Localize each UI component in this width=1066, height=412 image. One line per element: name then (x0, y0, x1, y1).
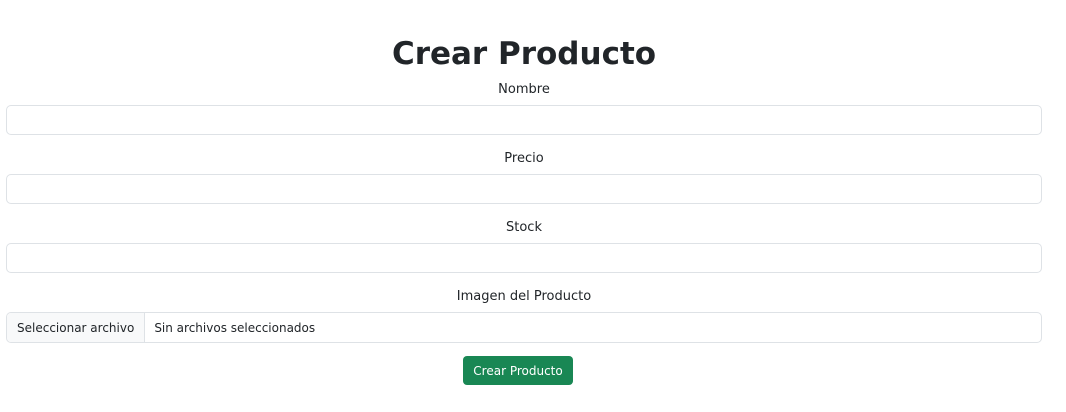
page-title: Crear Producto (391, 36, 657, 72)
file-status-text: Sin archivos seleccionados (154, 320, 316, 335)
name-input[interactable] (6, 105, 1042, 135)
stock-label: Stock (506, 220, 542, 235)
price-label: Precio (504, 151, 544, 166)
image-label: Imagen del Producto (456, 289, 592, 304)
price-input[interactable] (6, 174, 1042, 204)
image-file-input[interactable]: Seleccionar archivo Sin archivos selecci… (6, 312, 1042, 343)
create-product-button[interactable]: Crear Producto (463, 356, 573, 385)
select-file-button[interactable]: Seleccionar archivo (7, 313, 146, 342)
name-label: Nombre (498, 82, 550, 97)
stock-input[interactable] (6, 243, 1042, 273)
